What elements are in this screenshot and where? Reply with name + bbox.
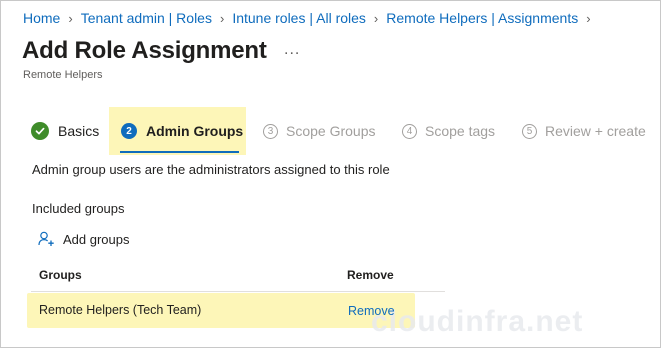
add-groups-button[interactable]: Add groups — [38, 231, 130, 247]
chevron-right-icon: › — [586, 10, 591, 26]
tab-review-create[interactable]: 5 Review + create — [522, 107, 646, 155]
column-header-groups: Groups — [39, 268, 82, 282]
tab-scope-tags[interactable]: 4 Scope tags — [402, 107, 495, 155]
remove-group-link[interactable]: Remove — [348, 304, 395, 318]
tab-admin-groups[interactable]: 2 Admin Groups — [121, 107, 243, 155]
step-number-badge: 4 — [402, 123, 417, 139]
page-subtitle: Remote Helpers — [23, 69, 103, 81]
breadcrumb: Home › Tenant admin | Roles › Intune rol… — [23, 10, 599, 26]
chevron-right-icon: › — [373, 10, 379, 26]
breadcrumb-tenant-admin-roles[interactable]: Tenant admin | Roles — [81, 10, 212, 26]
tab-label: Review + create — [545, 123, 646, 139]
tab-label: Scope Groups — [286, 123, 376, 139]
section-description: Admin group users are the administrators… — [32, 162, 390, 177]
wizard-steps: Basics 2 Admin Groups 3 Scope Groups 4 S… — [1, 107, 661, 155]
tab-label: Basics — [58, 123, 100, 139]
page-title: Add Role Assignment — [22, 37, 267, 64]
add-groups-label: Add groups — [63, 231, 130, 247]
step-number-badge: 5 — [522, 123, 537, 139]
tab-label: Scope tags — [425, 123, 496, 139]
breadcrumb-remote-helpers-assignments[interactable]: Remote Helpers | Assignments — [386, 10, 578, 26]
tab-scope-groups[interactable]: 3 Scope Groups — [263, 107, 376, 155]
table-header: Groups Remove — [31, 263, 445, 292]
active-tab-underline — [120, 151, 239, 153]
checkmark-icon — [31, 122, 49, 140]
chevron-right-icon: › — [68, 10, 73, 26]
column-header-remove: Remove — [347, 268, 394, 282]
breadcrumb-home[interactable]: Home — [23, 10, 60, 26]
add-person-icon — [38, 231, 54, 246]
chevron-right-icon: › — [219, 10, 225, 26]
step-number-badge: 2 — [121, 123, 137, 139]
step-number-badge: 3 — [263, 123, 278, 139]
included-groups-heading: Included groups — [32, 201, 125, 216]
group-name-cell: Remote Helpers (Tech Team) — [39, 303, 202, 317]
tab-label: Admin Groups — [146, 123, 244, 139]
more-options-icon[interactable]: ... — [284, 41, 300, 59]
tab-basics[interactable]: Basics — [31, 107, 99, 155]
breadcrumb-intune-roles[interactable]: Intune roles | All roles — [232, 10, 366, 26]
